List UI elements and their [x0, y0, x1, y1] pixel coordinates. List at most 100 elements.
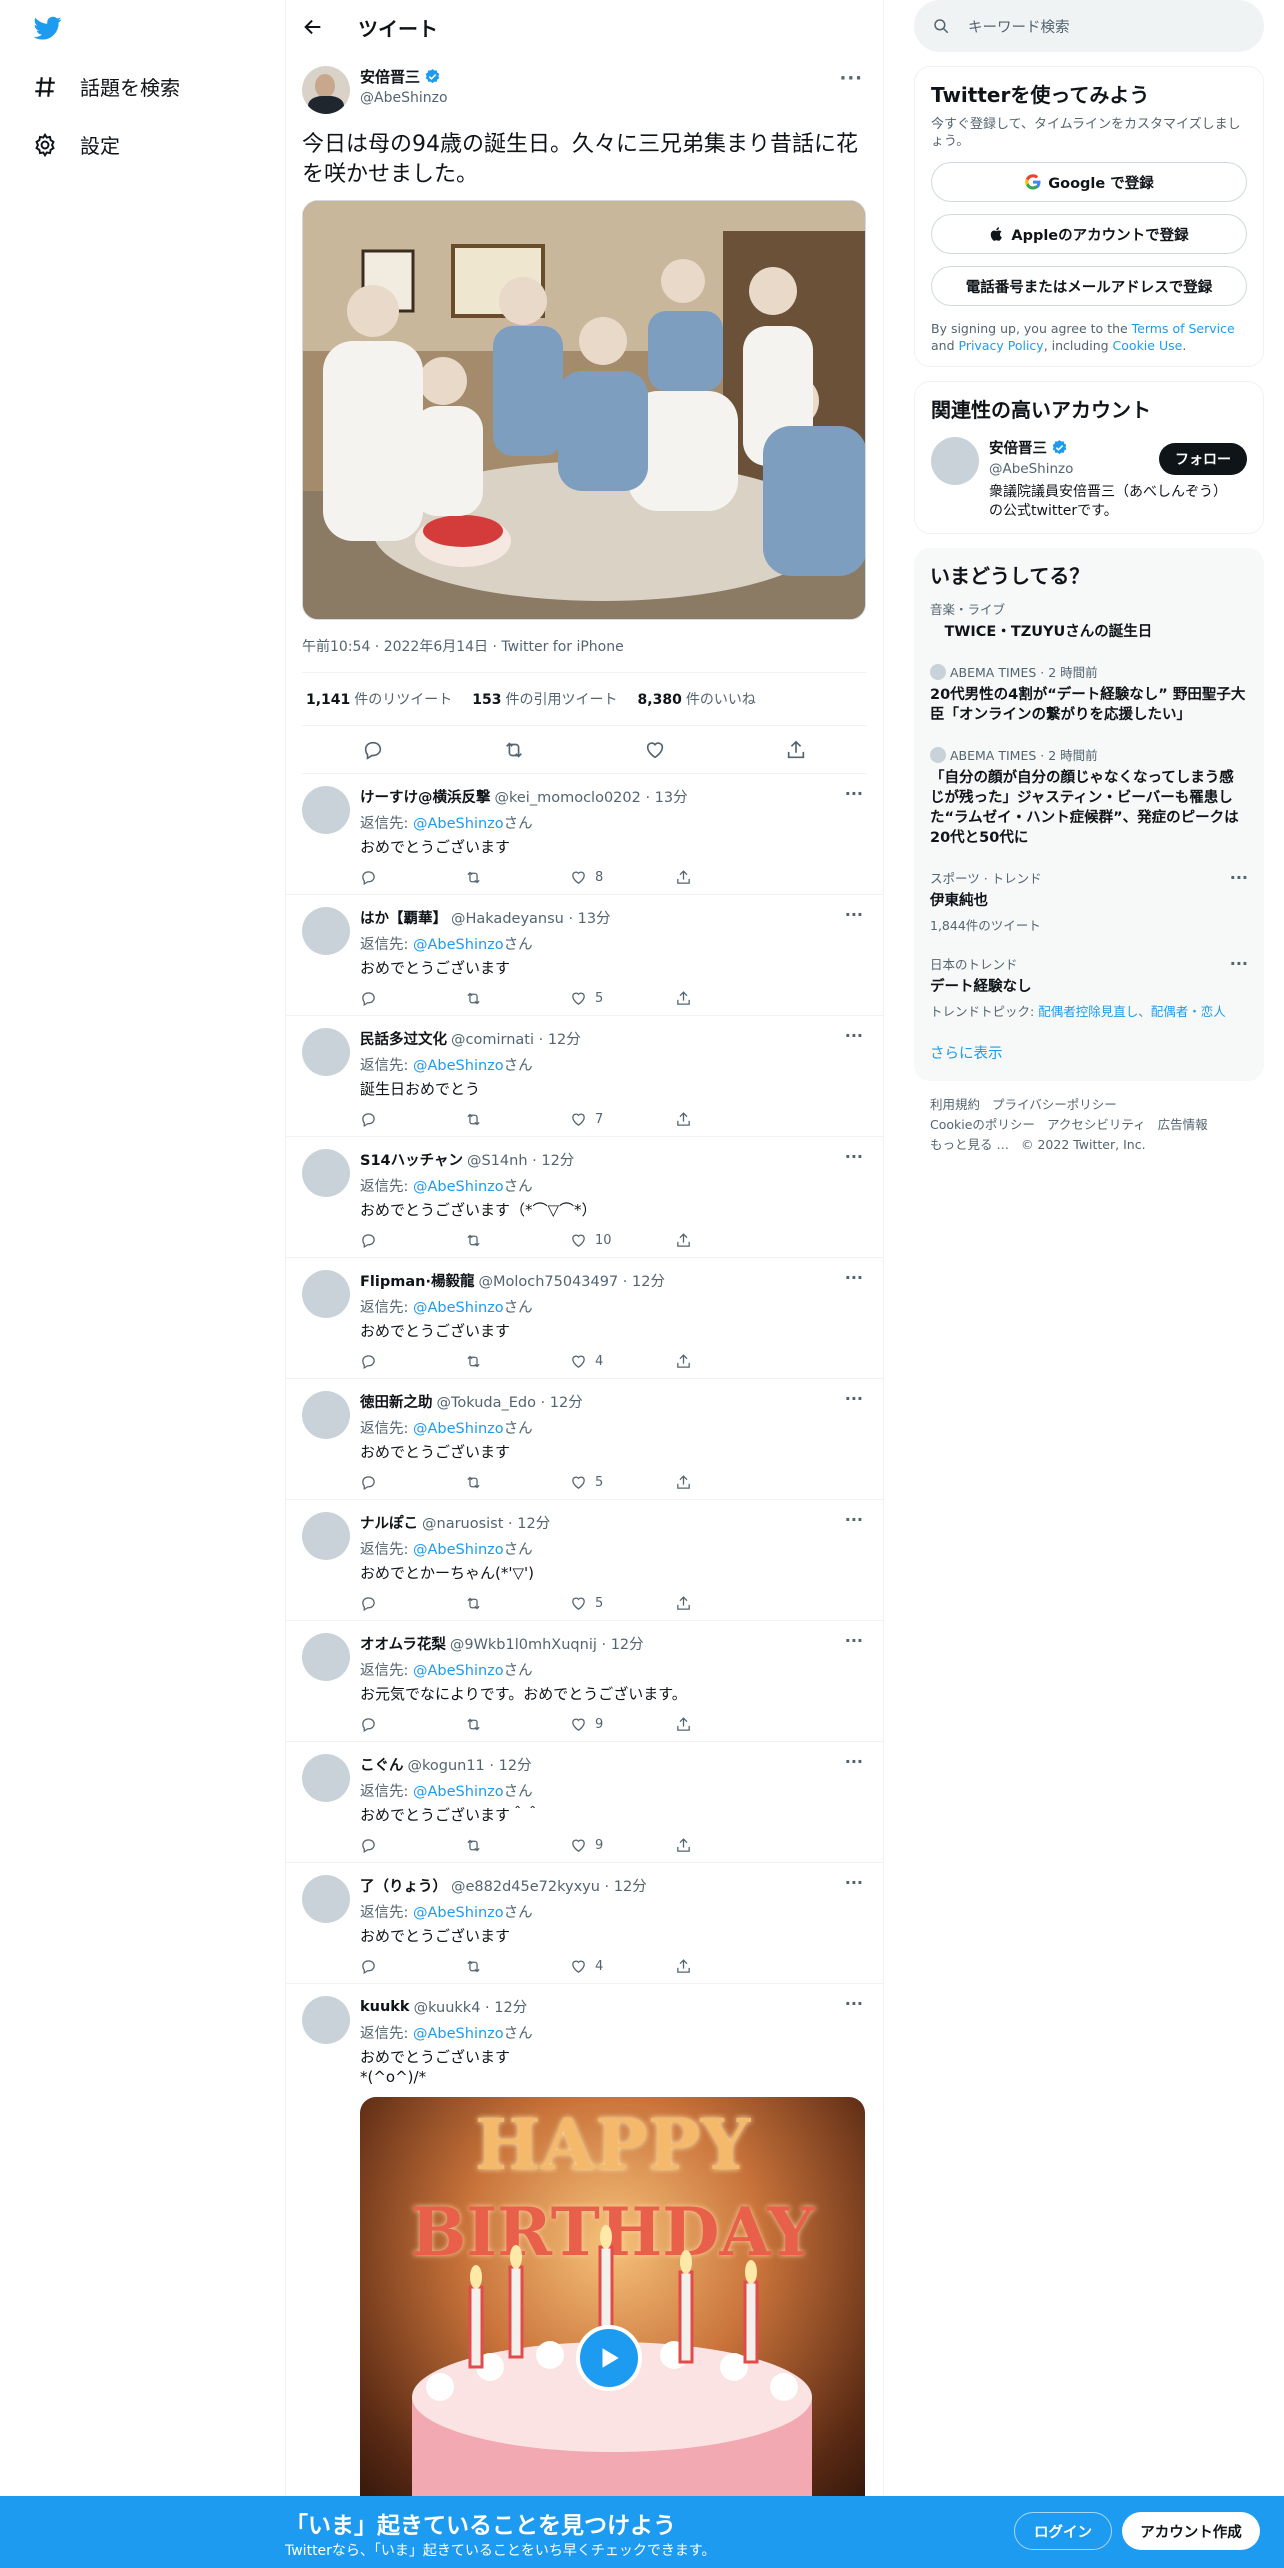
- search-box[interactable]: キーワード検索: [914, 0, 1264, 52]
- reply-icon[interactable]: [362, 739, 384, 761]
- reply-icon[interactable]: [360, 1232, 377, 1249]
- trend-item[interactable]: ABEMA TIMES · 2 時間前 「自分の顔が自分の顔じゃなくなってしまう感…: [914, 735, 1264, 858]
- retweet-icon[interactable]: [465, 1595, 482, 1612]
- avatar[interactable]: [302, 1875, 350, 1923]
- reply-icon[interactable]: [360, 1474, 377, 1491]
- like-icon[interactable]: [570, 1111, 587, 1128]
- reply-icon[interactable]: [360, 1111, 377, 1128]
- avatar[interactable]: [302, 1149, 350, 1197]
- reply-tweet[interactable]: ··· Flipman·楊毅龍 @Moloch75043497 · 12分 返信先: …: [286, 1258, 883, 1379]
- reply-author-name[interactable]: 徳田新之助: [360, 1391, 433, 1412]
- avatar[interactable]: [302, 786, 350, 834]
- reply-tweet[interactable]: ··· はか【覇華】 @Hakadeyansu · 13分 返信先: @AbeShin…: [286, 895, 883, 1016]
- share-icon[interactable]: [675, 990, 692, 1007]
- reply-to-link[interactable]: @AbeShinzo: [413, 937, 504, 953]
- more-options-icon[interactable]: ···: [845, 1873, 863, 1892]
- more-options-icon[interactable]: ···: [845, 784, 863, 803]
- like-icon[interactable]: [570, 1474, 587, 1491]
- avatar[interactable]: [302, 1028, 350, 1076]
- more-options-icon[interactable]: ···: [1230, 954, 1248, 973]
- avatar[interactable]: [302, 66, 350, 114]
- reply-icon[interactable]: [360, 1837, 377, 1854]
- more-options-icon[interactable]: ···: [1230, 868, 1248, 887]
- share-icon[interactable]: [675, 1595, 692, 1612]
- share-icon[interactable]: [675, 869, 692, 886]
- quotes-stat[interactable]: 153 件の引用ツイート: [472, 689, 617, 709]
- share-icon[interactable]: [675, 1474, 692, 1491]
- retweet-icon[interactable]: [465, 1958, 482, 1975]
- reply-to-link[interactable]: @AbeShinzo: [413, 1542, 504, 1558]
- more-options-icon[interactable]: ···: [845, 1752, 863, 1771]
- reply-author-name[interactable]: 了（りょう）: [360, 1875, 447, 1896]
- trend-item[interactable]: 日本のトレンド デート経験なし トレンドトピック: 配偶者控除見直し、配偶者・恋人 ·…: [914, 944, 1264, 1030]
- avatar[interactable]: [302, 1996, 350, 2044]
- reply-author-name[interactable]: けーすけ@横浜反撃: [360, 786, 491, 807]
- like-icon[interactable]: [570, 1716, 587, 1733]
- reply-icon[interactable]: [360, 990, 377, 1007]
- trend-item[interactable]: 音楽・ライブ TWICE・TZUYUさんの誕生日: [914, 589, 1264, 652]
- more-options-icon[interactable]: ···: [845, 1026, 863, 1045]
- footer-terms-link[interactable]: 利用規約: [930, 1097, 980, 1112]
- footer-accessibility-link[interactable]: アクセシビリティ: [1047, 1117, 1146, 1132]
- reply-tweet[interactable]: ··· ナルぽこ @naruosist · 12分 返信先: @AbeShinzoさん…: [286, 1500, 883, 1621]
- reply-tweet[interactable]: ··· こぐん @kogun11 · 12分 返信先: @AbeShinzoさん おめで…: [286, 1742, 883, 1863]
- retweet-icon[interactable]: [465, 1716, 482, 1733]
- retweet-icon[interactable]: [465, 990, 482, 1007]
- author-name-row[interactable]: 安倍晋三: [360, 66, 448, 87]
- reply-icon[interactable]: [360, 869, 377, 886]
- reply-author-name[interactable]: S14ハッチャン: [360, 1149, 463, 1170]
- trend-item[interactable]: スポーツ · トレンド 伊東純也 1,844件のツイート ···: [914, 858, 1264, 944]
- likes-stat[interactable]: 8,380 件のいいね: [638, 689, 756, 709]
- share-icon[interactable]: [675, 1353, 692, 1370]
- reply-to-link[interactable]: @AbeShinzo: [413, 1179, 504, 1195]
- retweet-icon[interactable]: [465, 1474, 482, 1491]
- birthday-video[interactable]: HAPPY BIRTHDAY: [360, 2097, 865, 2517]
- more-options-icon[interactable]: ···: [845, 1268, 863, 1287]
- reply-to-link[interactable]: @AbeShinzo: [413, 1905, 504, 1921]
- share-icon[interactable]: [675, 1837, 692, 1854]
- share-icon[interactable]: [675, 1958, 692, 1975]
- nav-settings[interactable]: 設定: [32, 130, 120, 159]
- retweet-icon[interactable]: [465, 869, 482, 886]
- retweets-stat[interactable]: 1,141 件のリツイート: [306, 689, 452, 709]
- reply-tweet[interactable]: ··· 徳田新之助 @Tokuda_Edo · 12分 返信先: @AbeShinzo…: [286, 1379, 883, 1500]
- trend-topics-links[interactable]: 配偶者控除見直し、配偶者・恋人: [1038, 1004, 1226, 1019]
- retweet-icon[interactable]: [503, 739, 525, 761]
- login-button[interactable]: ログイン: [1014, 2512, 1112, 2550]
- tweet-photo[interactable]: [302, 200, 866, 620]
- like-icon[interactable]: [570, 1595, 587, 1612]
- avatar[interactable]: [302, 907, 350, 955]
- like-icon[interactable]: [644, 739, 666, 761]
- reply-to-link[interactable]: @AbeShinzo: [413, 2026, 504, 2042]
- reply-author-name[interactable]: はか【覇華】: [360, 907, 447, 928]
- apple-signup-button[interactable]: Appleのアカウントで登録: [931, 214, 1247, 254]
- retweet-icon[interactable]: [465, 1232, 482, 1249]
- avatar[interactable]: [302, 1270, 350, 1318]
- phone-signup-button[interactable]: 電話番号またはメールアドレスで登録: [931, 266, 1247, 306]
- reply-tweet[interactable]: ··· S14ハッチャン @S14nh · 12分 返信先: @AbeShinzoさん…: [286, 1137, 883, 1258]
- more-options-icon[interactable]: ···: [845, 1994, 863, 2013]
- footer-ads-link[interactable]: 広告情報: [1158, 1117, 1208, 1132]
- reply-tweet[interactable]: ··· 民話多过文化 @comirnati · 12分 返信先: @AbeShinzo…: [286, 1016, 883, 1137]
- more-options-icon[interactable]: ···: [845, 1389, 863, 1408]
- reply-to-link[interactable]: @AbeShinzo: [413, 1784, 504, 1800]
- back-arrow-icon[interactable]: [302, 16, 324, 38]
- more-options-icon[interactable]: ···: [845, 1510, 863, 1529]
- reply-icon[interactable]: [360, 1353, 377, 1370]
- avatar[interactable]: [302, 1391, 350, 1439]
- google-signup-button[interactable]: Google で登録: [931, 162, 1247, 202]
- like-icon[interactable]: [570, 1353, 587, 1370]
- share-icon[interactable]: [675, 1111, 692, 1128]
- footer-cookie-link[interactable]: Cookieのポリシー: [930, 1117, 1035, 1132]
- show-more-link[interactable]: さらに表示: [914, 1030, 1264, 1067]
- reply-icon[interactable]: [360, 1958, 377, 1975]
- reply-tweet[interactable]: ··· kuukk @kuukk4 · 12分 返信先: @AbeShinzoさん…: [286, 1984, 883, 2558]
- like-icon[interactable]: [570, 990, 587, 1007]
- reply-icon[interactable]: [360, 1595, 377, 1612]
- retweet-icon[interactable]: [465, 1111, 482, 1128]
- footer-privacy-link[interactable]: プライバシーポリシー: [992, 1097, 1117, 1112]
- like-icon[interactable]: [570, 1837, 587, 1854]
- more-options-icon[interactable]: ···: [845, 1147, 863, 1166]
- search-input[interactable]: キーワード検索: [968, 16, 1070, 37]
- reply-author-name[interactable]: オオムラ花梨: [360, 1633, 446, 1654]
